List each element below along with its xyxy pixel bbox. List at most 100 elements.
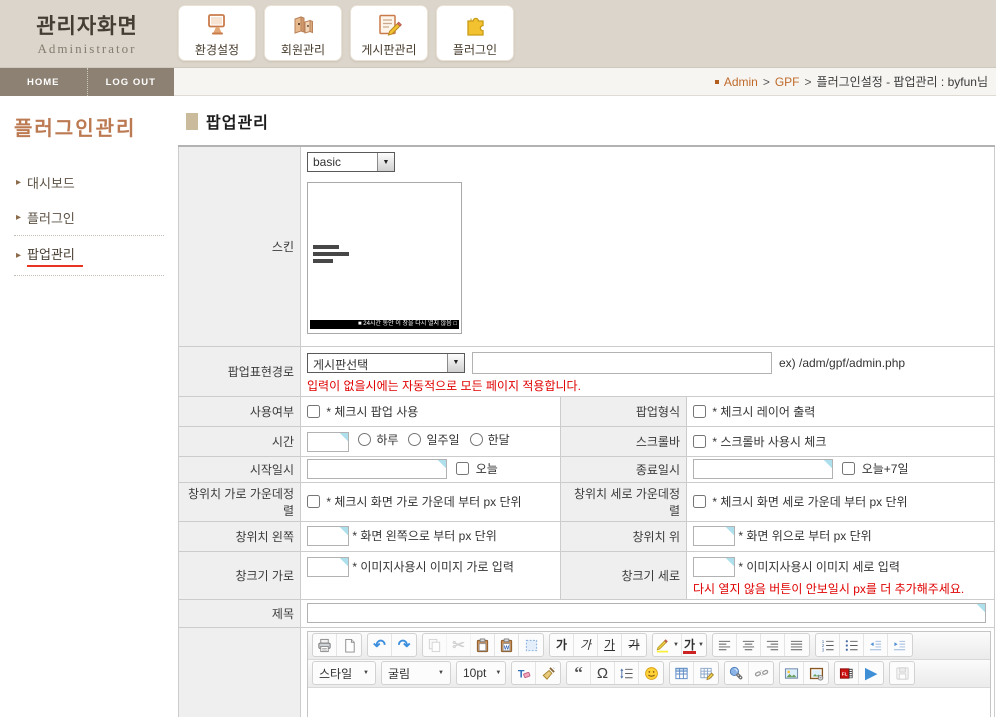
align-center-button[interactable] bbox=[737, 634, 761, 656]
align-right-button[interactable] bbox=[761, 634, 785, 656]
special-char-button[interactable]: Ω bbox=[591, 662, 615, 684]
breadcrumb-link-admin[interactable]: Admin bbox=[724, 75, 758, 89]
media-button[interactable]: ▶ bbox=[859, 662, 883, 684]
toolbar-group: T bbox=[511, 661, 561, 685]
path-input[interactable] bbox=[472, 352, 772, 374]
paste-button[interactable] bbox=[471, 634, 495, 656]
toolbar-group: FL ▶ bbox=[834, 661, 884, 685]
time-input[interactable] bbox=[307, 432, 349, 452]
sidebar-item-plugin[interactable]: ▸ 플러그인 bbox=[14, 200, 164, 236]
svg-text:W: W bbox=[504, 645, 510, 651]
table-icon bbox=[674, 666, 689, 681]
image-link-button[interactable] bbox=[804, 662, 828, 684]
underline-icon: 가 bbox=[604, 638, 615, 652]
flash-button[interactable]: FL bbox=[835, 662, 859, 684]
vcenter-checkbox[interactable] bbox=[693, 495, 706, 508]
new-document-button[interactable] bbox=[337, 634, 361, 656]
italic-button[interactable]: 가 bbox=[574, 634, 598, 656]
size-height-input[interactable] bbox=[693, 557, 735, 577]
size-width-input[interactable] bbox=[307, 557, 349, 577]
font-color-icon: 가 bbox=[684, 638, 695, 652]
end-date-input[interactable] bbox=[693, 459, 833, 479]
indent-button[interactable] bbox=[888, 634, 912, 656]
pos-left-input[interactable] bbox=[307, 526, 349, 546]
remove-format-button[interactable]: T bbox=[512, 662, 536, 684]
image-button[interactable] bbox=[780, 662, 804, 684]
home-button[interactable]: HOME bbox=[0, 68, 87, 96]
media-icon: ▶ bbox=[865, 666, 877, 681]
special-char-icon: Ω bbox=[597, 666, 608, 681]
nav-plugin-button[interactable]: 플러그인 bbox=[436, 5, 514, 61]
unordered-list-icon bbox=[844, 638, 859, 653]
table-edit-button[interactable] bbox=[694, 662, 718, 684]
start-date-input[interactable] bbox=[307, 459, 447, 479]
nav-members-button[interactable]: 회원관리 bbox=[264, 5, 342, 61]
app-subtitle: Administrator bbox=[0, 41, 174, 57]
print-button[interactable] bbox=[313, 634, 337, 656]
end-label: 종료일시 bbox=[561, 456, 687, 482]
font-color-button[interactable]: 가▼ bbox=[682, 634, 706, 656]
ordered-list-button[interactable]: 123 bbox=[816, 634, 840, 656]
unlink-button[interactable] bbox=[749, 662, 773, 684]
highlight-color-button[interactable]: ▼ bbox=[653, 634, 682, 656]
nav-board-button[interactable]: 게시판관리 bbox=[350, 5, 428, 61]
sidebar-item-popup[interactable]: ▸ 팝업관리 bbox=[14, 236, 164, 276]
skin-select[interactable]: basic ▼ bbox=[307, 152, 395, 172]
breadcrumb-link-gpf[interactable]: GPF bbox=[775, 75, 800, 89]
start-today-checkbox[interactable] bbox=[456, 462, 469, 475]
align-justify-button[interactable] bbox=[785, 634, 809, 656]
brand: 관리자화면 Administrator bbox=[0, 10, 174, 57]
redo-button[interactable]: ↷ bbox=[392, 634, 416, 656]
toolbar-group: 가가가가 bbox=[549, 633, 647, 657]
line-height-button[interactable] bbox=[615, 662, 639, 684]
toolbar-group bbox=[312, 633, 362, 657]
sidebar-item-dashboard[interactable]: ▸ 대시보드 bbox=[14, 165, 164, 200]
format-checkbox[interactable] bbox=[693, 405, 706, 418]
popup-settings-form: 스킨 basic ▼ ■ 24시간 동안 이 창을 다시 열지 않음 □ bbox=[178, 145, 995, 717]
time-radio-day[interactable] bbox=[358, 433, 371, 446]
save-icon bbox=[895, 666, 910, 681]
clean-button[interactable] bbox=[536, 662, 560, 684]
time-radio-month[interactable] bbox=[470, 433, 483, 446]
undo-button[interactable]: ↶ bbox=[368, 634, 392, 656]
font-select[interactable]: 굴림▼ bbox=[382, 662, 450, 684]
time-radio-week[interactable] bbox=[408, 433, 421, 446]
strikethrough-icon: 가 bbox=[628, 638, 639, 652]
cut-button[interactable]: ✂ bbox=[447, 634, 471, 656]
select-all-button[interactable] bbox=[519, 634, 543, 656]
arrow-right-icon: ▸ bbox=[16, 212, 21, 223]
emoticon-button[interactable] bbox=[639, 662, 663, 684]
blockquote-button[interactable]: “ bbox=[567, 662, 591, 684]
bold-button[interactable]: 가 bbox=[550, 634, 574, 656]
size-select[interactable]: 10pt▼ bbox=[457, 662, 505, 684]
copy-button[interactable] bbox=[423, 634, 447, 656]
nav-label: 게시판관리 bbox=[361, 41, 416, 58]
link-button[interactable] bbox=[725, 662, 749, 684]
use-checkbox[interactable] bbox=[307, 405, 320, 418]
align-left-button[interactable] bbox=[713, 634, 737, 656]
hcenter-label: 창위치 가로 가운데정렬 bbox=[179, 482, 301, 521]
logout-button[interactable]: LOG OUT bbox=[87, 68, 175, 96]
subject-input[interactable] bbox=[307, 603, 986, 623]
wysiwyg-editor: ↶↷✂W가가가가▼가▼123 스타일▼굴림▼10pt▼T“ΩFL▶ bbox=[307, 631, 991, 717]
end-today7-checkbox[interactable] bbox=[842, 462, 855, 475]
pos-top-input[interactable] bbox=[693, 526, 735, 546]
style-select[interactable]: 스타일▼ bbox=[313, 662, 375, 684]
format-label: 팝업형식 bbox=[561, 396, 687, 426]
editor-content[interactable] bbox=[308, 688, 990, 717]
table-button[interactable] bbox=[670, 662, 694, 684]
clean-icon bbox=[541, 666, 556, 681]
save-button[interactable] bbox=[890, 662, 914, 684]
board-select[interactable]: 게시판선택 ▼ bbox=[307, 353, 465, 373]
nav-settings-button[interactable]: 환경설정 bbox=[178, 5, 256, 61]
scrollbar-checkbox[interactable] bbox=[693, 435, 706, 448]
unordered-list-button[interactable] bbox=[840, 634, 864, 656]
paste-word-button[interactable]: W bbox=[495, 634, 519, 656]
italic-icon: 가 bbox=[580, 638, 591, 652]
outdent-button[interactable] bbox=[864, 634, 888, 656]
emoticon-icon bbox=[644, 666, 659, 681]
strikethrough-button[interactable]: 가 bbox=[622, 634, 646, 656]
outdent-icon bbox=[868, 638, 883, 653]
underline-button[interactable]: 가 bbox=[598, 634, 622, 656]
hcenter-checkbox[interactable] bbox=[307, 495, 320, 508]
